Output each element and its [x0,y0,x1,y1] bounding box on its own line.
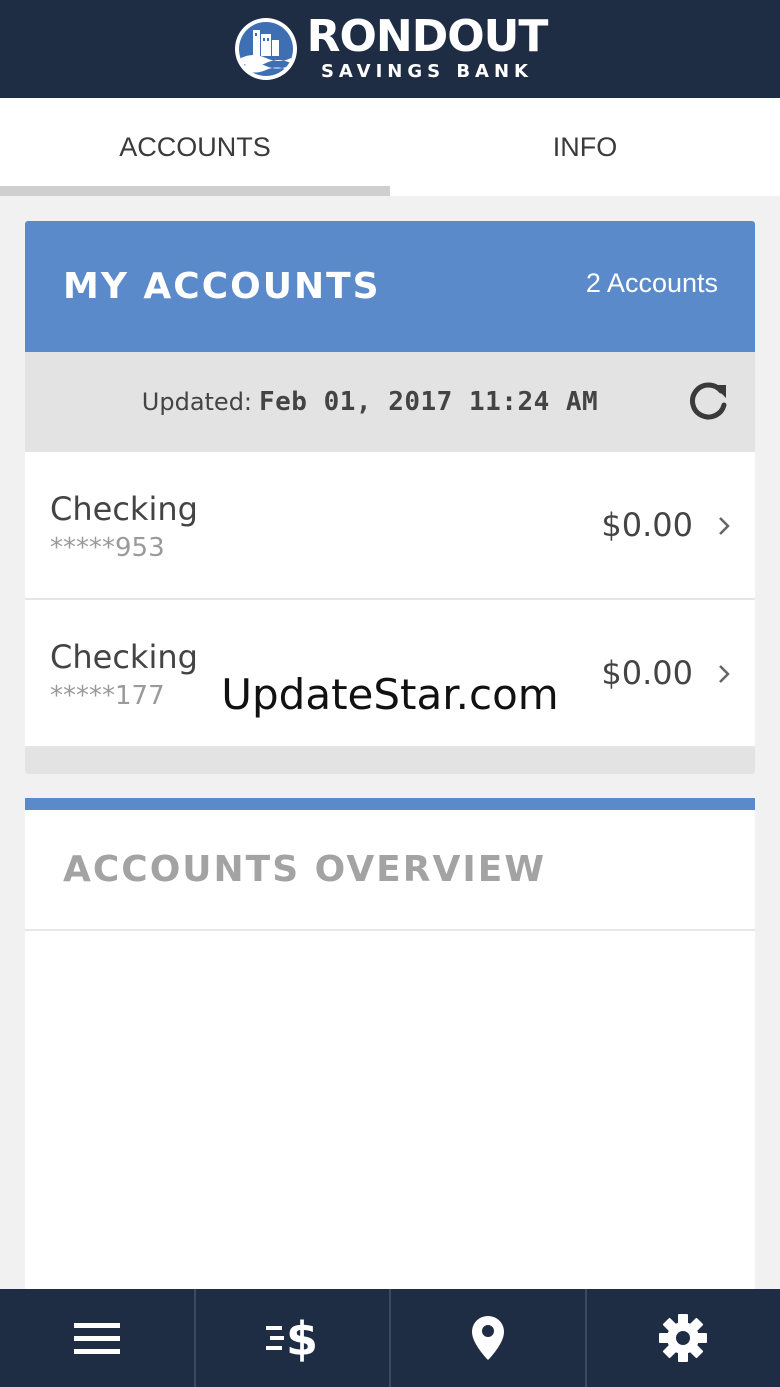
brand-subtitle: SAVINGS BANK [320,61,534,82]
updated-timestamp: Feb 01, 2017 11:24 AM [258,387,599,417]
card-footer [25,748,755,774]
watermark-text: UpdateStar.com [221,670,559,719]
menu-icon [73,1323,120,1354]
accounts-overview-card: ACCOUNTS OVERVIEW [25,798,755,1290]
tab-accounts[interactable]: ACCOUNTS [0,98,390,196]
transfer-money-icon: $ [266,1313,318,1363]
bottom-nav: $ [0,1289,780,1387]
gear-icon [659,1314,708,1362]
account-row[interactable]: Checking *****953 $0.00 [25,452,755,600]
updated-label: Updated: [141,388,253,416]
chevron-right-icon [719,517,730,535]
nav-locations-button[interactable] [391,1289,587,1387]
accounts-overview-title: ACCOUNTS OVERVIEW [25,810,755,931]
tab-bar: ACCOUNTS INFO [0,98,780,196]
location-pin-icon [471,1316,504,1360]
brand-name: RONDOUT [306,11,549,62]
account-number: *****953 [50,533,165,563]
bank-logo: RONDOUT SAVINGS BANK [233,15,548,83]
nav-settings-button[interactable] [587,1289,780,1387]
updated-text: Updated: Feb 01, 2017 11:24 AM [25,387,755,417]
app-header: RONDOUT SAVINGS BANK [0,0,780,98]
nav-menu-button[interactable] [0,1289,196,1387]
nav-transfer-button[interactable]: $ [196,1289,391,1387]
tab-info[interactable]: INFO [390,98,780,196]
svg-text:$: $ [286,1313,318,1363]
account-name: Checking [50,490,198,528]
my-accounts-header: MY ACCOUNTS 2 Accounts [25,221,755,352]
refresh-icon[interactable] [685,379,731,425]
lighthouse-logo-icon [234,18,297,80]
updated-bar: Updated: Feb 01, 2017 11:24 AM [25,352,755,452]
account-balance: $0.00 [601,506,693,544]
my-accounts-title: MY ACCOUNTS [63,266,381,307]
accounts-count: 2 Accounts [585,268,718,298]
